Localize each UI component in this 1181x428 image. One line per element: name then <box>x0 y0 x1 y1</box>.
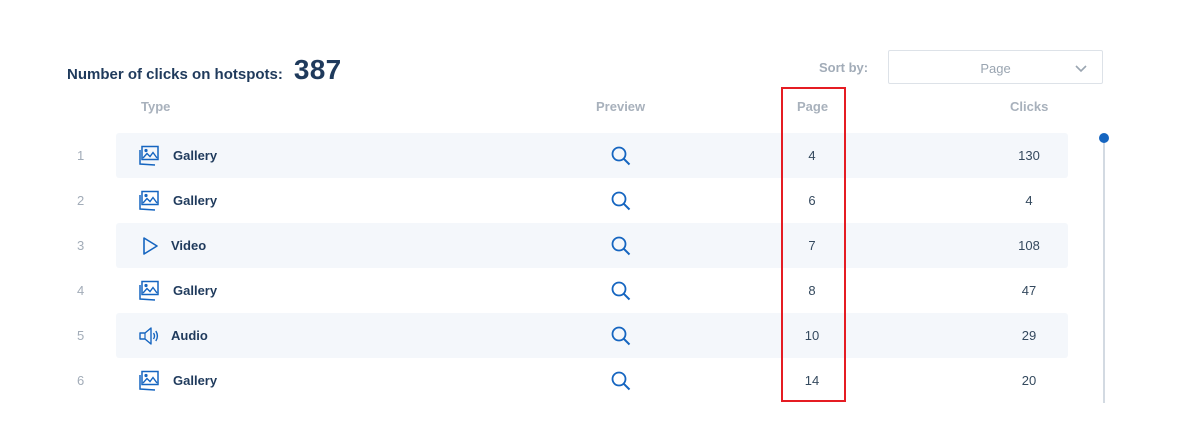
page-cell: 7 <box>808 238 816 253</box>
gallery-icon <box>139 370 159 391</box>
search-icon[interactable] <box>610 145 632 167</box>
page-cell: 14 <box>804 373 820 388</box>
type-label: Gallery <box>173 283 218 298</box>
table-row[interactable]: 2 Gallery 6 4 <box>0 178 1181 223</box>
summary-value: 387 <box>293 54 342 85</box>
scrollbar-thumb[interactable] <box>1099 133 1109 143</box>
sort-select[interactable]: Page <box>888 50 1103 84</box>
search-icon[interactable] <box>610 235 632 257</box>
gallery-icon <box>139 190 159 211</box>
type-label: Video <box>171 238 207 253</box>
clicks-cell: 47 <box>1021 283 1037 298</box>
row-background <box>116 223 1068 268</box>
sort-value: Page <box>980 61 1011 76</box>
clicks-cell: 20 <box>1021 373 1037 388</box>
type-label: Audio <box>171 328 208 343</box>
table-row[interactable]: 4 Gallery 8 47 <box>0 268 1181 313</box>
table-row[interactable]: 3 Video 7 108 <box>0 223 1181 268</box>
column-header-preview[interactable]: Preview <box>596 99 645 114</box>
speaker-icon <box>139 327 159 345</box>
gallery-icon <box>139 280 159 301</box>
row-background <box>116 313 1068 358</box>
row-number: 3 <box>77 238 85 253</box>
clicks-cell: 29 <box>1021 328 1037 343</box>
summary-label: Number of clicks on hotspots: <box>67 66 283 83</box>
row-background <box>116 133 1068 178</box>
search-icon[interactable] <box>610 280 632 302</box>
type-label: Gallery <box>173 148 218 163</box>
row-number: 2 <box>77 193 85 208</box>
column-header-type[interactable]: Type <box>141 99 170 114</box>
page-cell: 4 <box>808 148 816 163</box>
search-icon[interactable] <box>610 190 632 212</box>
sort-label: Sort by: <box>819 60 869 75</box>
type-label: Gallery <box>173 373 218 388</box>
clicks-cell: 108 <box>1018 238 1040 253</box>
page-cell: 8 <box>808 283 816 298</box>
column-header-page[interactable]: Page <box>797 99 828 114</box>
clicks-cell: 130 <box>1018 148 1040 163</box>
table-row[interactable]: 1 Gallery 4 130 <box>0 133 1181 178</box>
gallery-icon <box>139 145 159 166</box>
table-row[interactable]: 6 Gallery 14 20 <box>0 358 1181 403</box>
row-number: 1 <box>77 148 85 163</box>
scrollbar-track[interactable] <box>1103 138 1105 403</box>
search-icon[interactable] <box>610 325 632 347</box>
page-cell: 10 <box>804 328 820 343</box>
chevron-down-icon <box>1075 65 1087 73</box>
row-number: 6 <box>77 373 85 388</box>
clicks-cell: 4 <box>1025 193 1033 208</box>
row-number: 4 <box>77 283 85 298</box>
column-header-clicks[interactable]: Clicks <box>1010 99 1048 114</box>
type-label: Gallery <box>173 193 218 208</box>
play-icon <box>143 237 158 255</box>
clicks-summary: Number of clicks on hotspots: 387 <box>67 54 341 86</box>
search-icon[interactable] <box>610 370 632 392</box>
page-cell: 6 <box>808 193 816 208</box>
table-row[interactable]: 5 Audio 10 29 <box>0 313 1181 358</box>
row-number: 5 <box>77 328 85 343</box>
